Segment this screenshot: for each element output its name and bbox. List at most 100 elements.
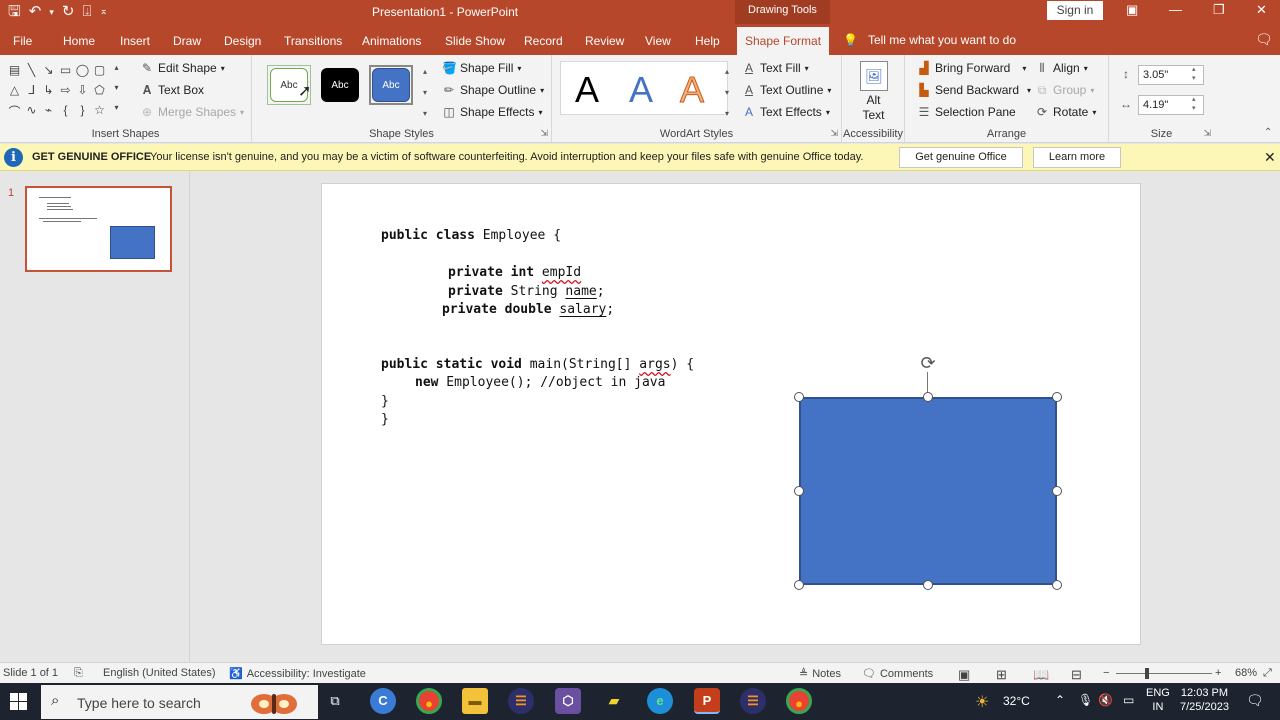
tab-transitions[interactable]: Transitions [284, 34, 342, 48]
collapse-ribbon-icon[interactable]: ⌃ [1264, 127, 1272, 138]
show-hidden-icons-icon[interactable]: ⌃ [1055, 693, 1065, 707]
tab-home[interactable]: Home [63, 34, 95, 48]
shapes-gallery[interactable]: ▤ ╲ ↘ ▭ ◯ ▢ ▴ △ ᒧ ↳ ⇨ ⇩ ⬠ ▾ ⌒ ∿ ⌁ { } ☆ … [6, 63, 125, 123]
star-shape-icon[interactable]: ☆ [91, 103, 108, 123]
height-spinner-icon[interactable]: ▴ ▾ [1192, 65, 1196, 83]
spelling-check-icon[interactable]: ⎘ [74, 667, 83, 680]
right-brace-shape-icon[interactable]: } [74, 103, 91, 123]
tab-record[interactable]: Record [524, 34, 563, 48]
width-spinner-icon[interactable]: ▴ ▾ [1192, 95, 1196, 113]
code-line-5[interactable]: public static void main(String[] args) { [381, 357, 694, 372]
weather-icon[interactable]: ☀ [975, 692, 989, 712]
align-button[interactable]: ⫴ Align ▾ [1035, 61, 1087, 75]
merge-shapes-button[interactable]: ⊕ Merge Shapes ▾ [140, 105, 244, 119]
chrome-icon-2[interactable]: ● [786, 688, 812, 714]
tab-insert[interactable]: Insert [120, 34, 150, 48]
text-effects-button[interactable]: A Text Effects ▾ [742, 105, 830, 119]
send-backward-button[interactable]: ▙ Send Backward ▾ [917, 83, 1031, 97]
accessibility-checker[interactable]: ♿ Accessibility: Investigate [229, 667, 366, 681]
folder-app-icon[interactable]: ▰ [601, 688, 627, 714]
tab-design[interactable]: Design [224, 34, 261, 48]
undo-icon[interactable]: ↶ [29, 2, 42, 22]
right-arrow-shape-icon[interactable]: ⇨ [57, 83, 74, 103]
code-line-1[interactable]: public class Employee { [381, 228, 561, 243]
undo-dropdown-icon[interactable]: ▾ [49, 2, 54, 22]
text-fill-button[interactable]: A Text Fill ▾ [742, 61, 809, 75]
present-from-start-icon[interactable]: ⍗ [82, 2, 91, 22]
slide-thumbnail-1[interactable] [25, 186, 172, 272]
alt-text-icon[interactable]: 🖼 [860, 61, 888, 91]
shape-effects-button[interactable]: ◫ Shape Effects ▾ [442, 105, 542, 119]
sign-in-button[interactable]: Sign in [1047, 1, 1103, 20]
customize-qat-icon[interactable]: ⌅ [99, 2, 107, 22]
normal-view-icon[interactable]: ▣ [958, 667, 970, 683]
wordart-gallery-scroll[interactable]: ▴ ▾ ▾ [725, 61, 729, 124]
input-language-indicator[interactable]: ENG IN [1146, 686, 1170, 714]
task-view-icon[interactable]: ⧉ [322, 688, 348, 714]
resize-handle-top-right[interactable] [1052, 392, 1062, 402]
freeform-shape-icon[interactable]: ⌁ [40, 103, 57, 123]
elbow-connector-shape-icon[interactable]: ᒧ [23, 83, 40, 103]
scroll-up-icon[interactable]: ▴ [108, 63, 125, 83]
zoom-level[interactable]: 68% [1235, 667, 1257, 679]
elbow-arrow-shape-icon[interactable]: ↳ [40, 83, 57, 103]
wordart-style-black[interactable]: A [575, 69, 599, 111]
zoom-out-icon[interactable]: − [1103, 667, 1109, 679]
code-line-7[interactable]: } [381, 394, 389, 409]
weather-temperature[interactable]: 32°C [1003, 694, 1030, 708]
maximize-icon[interactable]: ❐ [1213, 2, 1225, 18]
group-button[interactable]: ⧉ Group ▾ [1035, 83, 1095, 97]
text-box-button[interactable]: 𝐀 Text Box [140, 83, 204, 97]
oval-shape-icon[interactable]: ◯ [74, 63, 91, 83]
resize-handle-left[interactable] [794, 486, 804, 496]
taskbar-search-box[interactable]: ⌕ Type here to search [41, 685, 318, 719]
comments-button[interactable]: 🗨 Comments [862, 667, 933, 681]
cortana-app-icon[interactable]: C [370, 688, 396, 714]
save-icon[interactable]: 🖫 [8, 2, 21, 22]
close-message-bar-icon[interactable]: ✕ [1264, 149, 1276, 166]
slide-sorter-view-icon[interactable]: ⊞ [996, 667, 1007, 683]
tab-view[interactable]: View [645, 34, 671, 48]
speaker-muted-icon[interactable]: 🔇 [1098, 693, 1113, 707]
shape-style-preset-3[interactable]: Abc [369, 65, 413, 105]
ribbon-display-options-icon[interactable]: ▣ [1126, 2, 1138, 18]
shape-fill-button[interactable]: 🪣 Shape Fill ▾ [442, 61, 521, 75]
wordart-style-blue[interactable]: A [629, 69, 653, 111]
arc-shape-icon[interactable]: ⌒ [6, 103, 23, 123]
resize-handle-bottom[interactable] [923, 580, 933, 590]
more-shapes-icon[interactable]: ▾ [108, 103, 125, 123]
learn-more-button[interactable]: Learn more [1033, 147, 1121, 168]
edit-shape-button[interactable]: ✎ Edit Shape ▾ [140, 61, 225, 75]
wordart-style-orange[interactable]: A [679, 69, 704, 111]
alt-text-button[interactable]: Alt Text [842, 93, 905, 123]
tab-help[interactable]: Help [695, 34, 720, 48]
rounded-rectangle-shape-icon[interactable]: ▢ [91, 63, 108, 83]
resize-handle-bottom-right[interactable] [1052, 580, 1062, 590]
tab-draw[interactable]: Draw [173, 34, 201, 48]
resize-handle-top-left[interactable] [794, 392, 804, 402]
shape-styles-gallery-scroll[interactable]: ▴ ▾ ▾ [423, 61, 427, 124]
language-indicator[interactable]: English (United States) [103, 667, 216, 679]
code-line-3[interactable]: private String name; [448, 284, 605, 299]
fit-slide-icon[interactable]: ⤢ [1263, 667, 1272, 680]
code-line-6[interactable]: new Employee(); //object in java [415, 375, 665, 390]
tab-shape-format[interactable]: Shape Format [737, 27, 830, 55]
virtualbox-icon[interactable]: ⬡ [555, 688, 581, 714]
line-shape-icon[interactable]: ╲ [23, 63, 40, 83]
rotation-handle-icon[interactable]: ⟳ [918, 353, 938, 373]
dialog-launcher-icon[interactable]: ⇲ [830, 128, 838, 139]
resize-handle-top[interactable] [923, 392, 933, 402]
network-icon[interactable]: ▭ [1123, 693, 1134, 707]
resize-handle-bottom-left[interactable] [794, 580, 804, 590]
tab-slide-show[interactable]: Slide Show [445, 34, 505, 48]
code-line-4[interactable]: private double salary; [442, 302, 614, 317]
rotate-button[interactable]: ⟳ Rotate ▾ [1035, 105, 1096, 119]
redo-icon[interactable]: ↻ [62, 2, 75, 22]
comments-icon[interactable]: 🗨 [1255, 31, 1273, 48]
reading-view-icon[interactable]: 📖 [1033, 667, 1049, 683]
microphone-icon[interactable]: 🎙 [1078, 693, 1093, 707]
file-explorer-icon[interactable]: ▬ [462, 688, 488, 714]
dialog-launcher-icon[interactable]: ⇲ [1203, 128, 1211, 139]
minimize-icon[interactable]: — [1169, 2, 1182, 17]
textbox-shape-icon[interactable]: ▤ [6, 63, 23, 83]
